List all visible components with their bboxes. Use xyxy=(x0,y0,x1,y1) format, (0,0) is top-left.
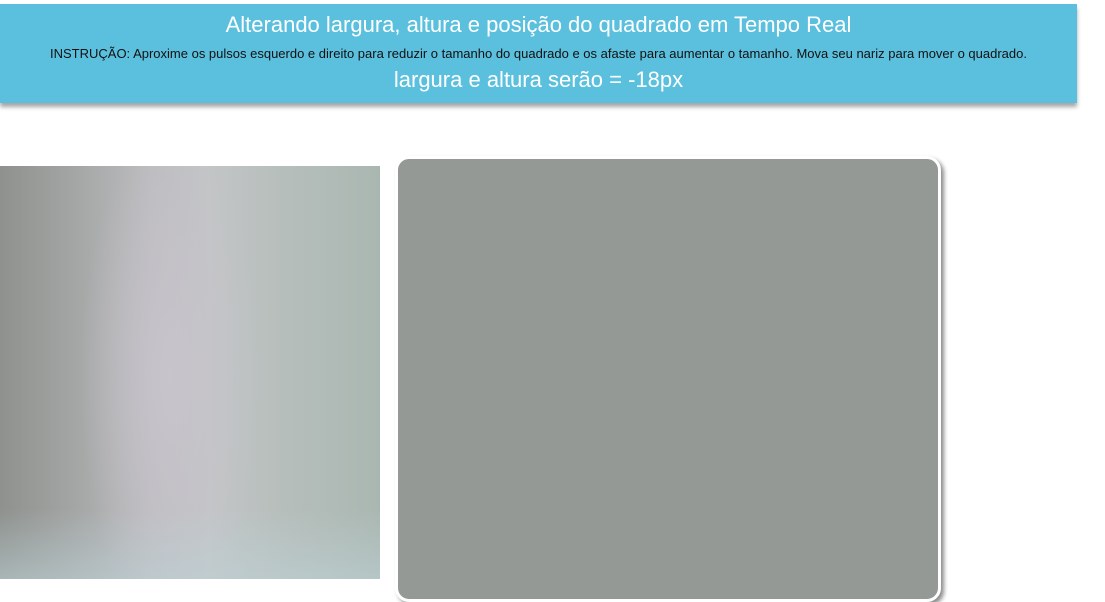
page-title: Alterando largura, altura e posição do q… xyxy=(225,12,852,37)
instruction-text: INSTRUÇÃO: Aproxime os pulsos esquerdo e… xyxy=(50,46,1027,61)
webcam-video xyxy=(0,166,380,579)
header-banner: Alterando largura, altura e posição do q… xyxy=(0,4,1077,103)
size-status-text: largura e altura serão = -18px xyxy=(393,67,684,92)
square-canvas xyxy=(395,156,941,602)
